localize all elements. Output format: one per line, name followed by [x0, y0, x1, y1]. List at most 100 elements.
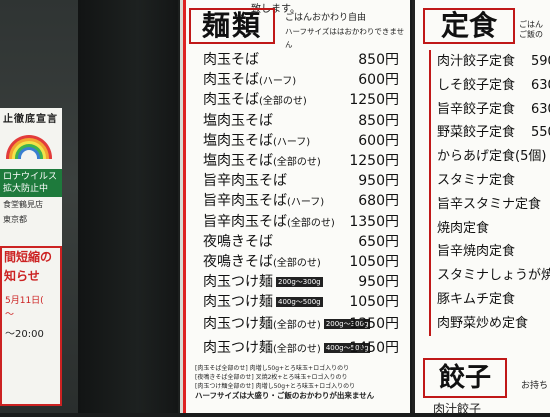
- foot-line-4: ハーフサイズは大盛り・ご飯のおかわりが出来ません: [195, 391, 375, 400]
- item-name-text: 肉玉つけ麺: [203, 294, 273, 311]
- menu-item-name: 旨辛スタミナ定食: [437, 196, 542, 212]
- item-name-text: 肉玉つけ麺: [203, 340, 273, 357]
- menu-item-name: 夜鳴きそば: [203, 232, 273, 252]
- noodle-weight-tag: 400g〜500g: [276, 297, 323, 308]
- teishoku-menu-board: 定食 ごはん ご飯の 肉汁餃子定食 590 しそ餃子定食 630 旨辛餃子定食 630 野菜…: [412, 0, 550, 416]
- menu-item-name: しそ餃子定食: [437, 77, 516, 93]
- menu-item-price: 590: [531, 54, 550, 69]
- corona-line-1: ロナウイルス: [3, 172, 58, 182]
- teishoku-note-2: ご飯の: [519, 30, 543, 39]
- item-variant: (全部のせ): [273, 156, 321, 168]
- menu-item-price: 1450円: [349, 340, 399, 357]
- menu-item-name: 野菜餃子定食: [437, 125, 516, 141]
- declaration-text: 止徹底宣言: [3, 114, 58, 125]
- menu-item: からあげ定食(5個): [431, 145, 550, 169]
- notice-title-2: 知らせ: [4, 269, 40, 283]
- menu-item-name: 肉玉つけ麺(全部のせ) 400g〜500g: [203, 336, 371, 362]
- item-variant: (全部のせ): [273, 320, 321, 332]
- item-variant: (全部のせ): [273, 257, 321, 269]
- menu-item-name: 旨辛肉玉そば: [203, 171, 287, 191]
- item-name-text: 塩肉玉そば: [203, 132, 273, 149]
- menu-item: 旨辛焼肉定食: [431, 240, 550, 264]
- menu-item-name: 旨辛焼肉定食: [437, 244, 516, 260]
- menu-item-price: 1250円: [349, 92, 399, 109]
- notice-date: 5月11日(: [5, 296, 44, 306]
- menu-item-name: からあげ定食(5個): [437, 149, 547, 165]
- menu-item: 豚キムチ定食: [431, 288, 550, 312]
- menu-item: 旨辛肉玉そば 950円: [193, 171, 405, 191]
- menu-item-name: 塩肉玉そば(ハーフ): [203, 131, 310, 153]
- menu-item-name: 豚キムチ定食: [437, 291, 516, 307]
- menu-item-name: 肉汁餃子定食: [437, 54, 516, 69]
- menu-item-name: 肉玉つけ麺 200g〜300g: [203, 272, 323, 292]
- ramen-menu-list: 肉玉そば 850円 肉玉そば(ハーフ) 600円 肉玉そば(全部のせ) 1250円 塩肉玉そ…: [193, 50, 405, 360]
- noodle-weight-tag: 200g〜300g: [276, 277, 323, 288]
- menu-item: 焼肉定食: [431, 217, 550, 241]
- gov-name: 東京都: [3, 215, 27, 224]
- item-name-text: 肉玉つけ麺: [203, 274, 273, 291]
- menu-item: 肉玉つけ麺(全部のせ) 200g〜300g 1350円: [193, 312, 405, 336]
- menu-item: 塩肉玉そば 850円: [193, 111, 405, 131]
- menu-item-name: 肉玉そば(全部のせ): [203, 90, 307, 112]
- menu-item: 肉野菜炒め定食: [431, 312, 550, 336]
- teishoku-note: ごはん ご飯の: [519, 20, 543, 40]
- item-name-text: 肉玉そば: [203, 72, 259, 89]
- rainbow-icon: [6, 133, 52, 159]
- foot-line-2: [夜鳴きそば全部のせ] 叉焼2枚+とろ味玉+ロゴ入りのり: [195, 374, 348, 381]
- menu-item-price: 600円: [358, 72, 399, 89]
- menu-item: 旨辛餃子定食 630: [431, 98, 550, 122]
- foot-line-3: [肉玉つけ麺全部のせ] 肉増し50g+とろ味玉+ロゴ入りのり: [195, 383, 356, 390]
- menu-item: 肉玉そば(全部のせ) 1250円: [193, 90, 405, 110]
- gyoza-heading: 餃子: [423, 358, 507, 398]
- item-variant: (全部のせ): [259, 96, 307, 108]
- menu-item: 野菜餃子定食 550: [431, 121, 550, 145]
- menu-item-price: 1350円: [349, 316, 399, 333]
- menu-item: 旨辛スタミナ定食: [431, 193, 550, 217]
- item-name-text: 旨辛肉玉そば: [203, 213, 287, 230]
- teishoku-note-1: ごはん: [519, 20, 543, 29]
- item-name-text: 塩肉玉そば: [203, 112, 273, 129]
- notice-title-1: 間短縮の: [4, 250, 53, 264]
- menu-item: 肉玉そば 850円: [193, 50, 405, 70]
- menu-item: 旨辛肉玉そば(ハーフ) 680円: [193, 191, 405, 211]
- menu-item-name: 旨辛肉玉そば(全部のせ): [203, 212, 335, 234]
- menu-item-price: 650円: [358, 233, 399, 250]
- ramen-heading: 麺類: [189, 8, 275, 44]
- notice-time: 〜20:00: [5, 329, 44, 340]
- menu-item: 肉玉そば(ハーフ) 600円: [193, 70, 405, 90]
- menu-item-price: 630: [531, 101, 550, 117]
- menu-item: 夜鳴きそば(全部のせ) 1050円: [193, 252, 405, 272]
- notice-tilde: 〜: [5, 310, 15, 320]
- corona-line-2: 拡大防止中: [3, 184, 49, 194]
- menu-item: 塩肉玉そば(ハーフ) 600円: [193, 131, 405, 151]
- ramen-menu-board: 致します。 麺類 ごはんおかわり自由 ハーフサイズははおかわりできません 肉玉そ…: [180, 0, 410, 413]
- menu-item-name: 塩肉玉そば(全部のせ): [203, 151, 321, 173]
- menu-item: 肉玉つけ麺 400g〜500g 1050円: [193, 292, 405, 312]
- menu-item-name: 肉野菜炒め定食: [437, 315, 529, 331]
- menu-item-price: 1050円: [349, 253, 399, 270]
- menu-item-price: 1250円: [349, 152, 399, 169]
- menu-item-name: 肉玉そば(ハーフ): [203, 70, 296, 92]
- menu-item: 肉汁餃子定食 590: [431, 50, 550, 74]
- menu-item-price: 550: [531, 125, 550, 141]
- menu-item-name: 焼肉定食: [437, 220, 490, 236]
- shop-name: 食堂鶴見店: [3, 200, 43, 209]
- item-variant: (全部のせ): [287, 217, 335, 229]
- menu-item-name: スタミナしょうが焼: [437, 268, 550, 284]
- menu-item: 塩肉玉そば(全部のせ) 1250円: [193, 151, 405, 171]
- menu-item-name: スタミナ定食: [437, 172, 516, 188]
- item-variant: (ハーフ): [259, 76, 297, 88]
- item-name-text: 旨辛肉玉そば: [203, 193, 287, 210]
- item-name-text: 肉玉つけ麺: [203, 316, 273, 333]
- menu-item-price: 850円: [358, 112, 399, 129]
- menu-item-name: 旨辛肉玉そば(ハーフ): [203, 191, 324, 213]
- item-name-text: 旨辛肉玉そば: [203, 173, 287, 190]
- red-edge: [183, 0, 186, 413]
- menu-item-price: 850円: [358, 52, 399, 68]
- teishoku-menu-list: 肉汁餃子定食 590 しそ餃子定食 630 旨辛餃子定食 630 野菜餃子定食 550 からあげ…: [429, 50, 550, 336]
- ramen-footnote: [肉玉そば全部のせ] 肉増し50g+とろ味玉+ロゴ入りのり [夜鳴きそば全部のせ…: [195, 364, 405, 400]
- menu-item: しそ餃子定食 630: [431, 74, 550, 98]
- hours-notice-sign: 間短縮の 知らせ 5月11日( 〜 〜20:00: [0, 246, 62, 406]
- menu-item: 夜鳴きそば 650円: [193, 232, 405, 252]
- menu-item-name: 肉玉そば: [203, 50, 259, 70]
